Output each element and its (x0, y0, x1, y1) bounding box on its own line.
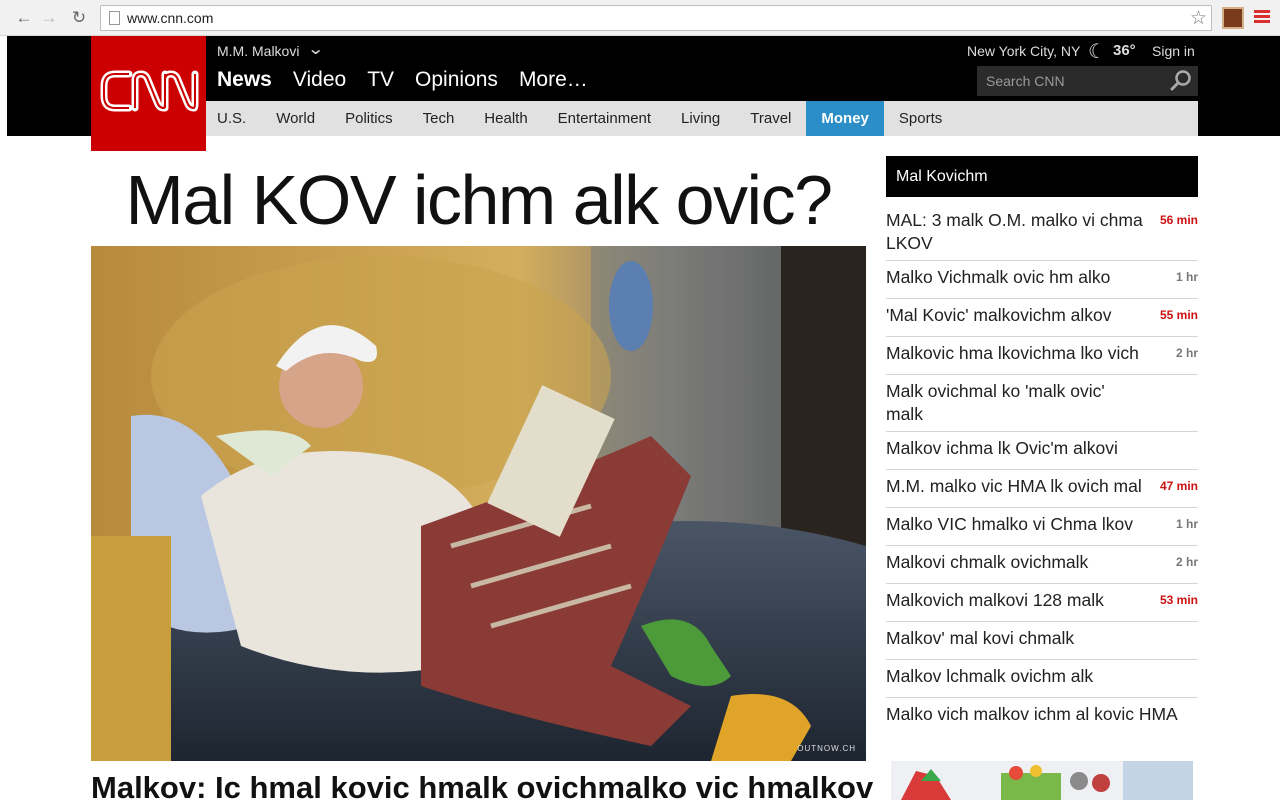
headline-text[interactable]: Malkovi chmalk ovichmalk (886, 551, 1144, 574)
section-tech[interactable]: Tech (408, 101, 470, 136)
main-headline[interactable]: Mal KOV ichm alk ovic? (91, 160, 866, 240)
timestamp: 55 min (1159, 308, 1198, 322)
section-health[interactable]: Health (469, 101, 542, 136)
forward-arrow-icon[interactable]: → (38, 7, 60, 29)
section-nav: U.S. World Politics Tech Health Entertai… (206, 101, 1198, 136)
hamburger-menu-icon[interactable] (1254, 8, 1270, 26)
section-entertainment[interactable]: Entertainment (543, 101, 666, 136)
headline-text[interactable]: Malkov' mal kovi chmalk (886, 627, 1144, 650)
nav-video[interactable]: Video (293, 68, 346, 92)
headline-text[interactable]: M.M. malko vic HMA lk ovich mal (886, 475, 1144, 498)
chevron-down-icon[interactable]: ⌄ (307, 39, 324, 59)
list-item[interactable]: Malkov ichma lk Ovic'm alkovi (886, 432, 1198, 470)
browser-toolbar: ← → ↻ www.cnn.com ☆ (0, 0, 1280, 36)
ad-graphic (891, 761, 1193, 800)
nav-tv[interactable]: TV (367, 68, 394, 92)
hero-photo[interactable]: OUTNOW.CH (91, 246, 866, 761)
photo-credit: OUTNOW.CH (797, 744, 856, 753)
weather-location[interactable]: New York City, NY (967, 43, 1080, 59)
list-item[interactable]: Malko vich malkov ichm al kovic HMA (886, 698, 1198, 736)
back-arrow-icon[interactable]: ← (13, 7, 35, 29)
extension-icon[interactable] (1222, 7, 1244, 29)
sidebar-headline-list: MAL: 3 malk O.M. malko vi chma LKOV 56 mi… (886, 204, 1198, 736)
headline-text[interactable]: Malko Vichmalk ovic hm alko (886, 266, 1144, 289)
headline-text[interactable]: MAL: 3 malk O.M. malko vi chma LKOV (886, 209, 1144, 255)
list-item[interactable]: 'Mal Kovic' malkovichm alkov 55 min (886, 299, 1198, 337)
timestamp: 1 hr (1175, 517, 1198, 531)
headline-text[interactable]: Malko VIC hmalko vi Chma lkov (886, 513, 1144, 536)
list-item[interactable]: M.M. malko vic HMA lk ovich mal 47 min (886, 470, 1198, 508)
timestamp: 47 min (1159, 479, 1198, 493)
headline-text[interactable]: 'Mal Kovic' malkovichm alkov (886, 304, 1144, 327)
headline-text[interactable]: Malkov lchmalk ovichm alk (886, 665, 1144, 688)
headline-text[interactable]: Malk ovichmal ko 'malk ovic' malk (886, 380, 1144, 426)
temperature: 36° (1113, 42, 1136, 59)
nav-opinions[interactable]: Opinions (415, 68, 498, 92)
headline-text[interactable]: Malkov ichma lk Ovic'm alkovi (886, 437, 1144, 460)
primary-nav: News Video TV Opinions More… (217, 68, 609, 92)
sign-in-link[interactable]: Sign in (1152, 43, 1195, 59)
nav-news[interactable]: News (217, 68, 272, 92)
list-item[interactable]: MAL: 3 malk O.M. malko vi chma LKOV 56 mi… (886, 204, 1198, 261)
list-item[interactable]: Malko VIC hmalko vi Chma lkov 1 hr (886, 508, 1198, 546)
section-travel[interactable]: Travel (735, 101, 806, 136)
hero-photo-image (91, 246, 866, 761)
search-input[interactable]: Search CNN (986, 73, 1065, 89)
advertisement-image[interactable] (891, 761, 1193, 800)
url-text[interactable]: www.cnn.com (127, 10, 213, 26)
list-item[interactable]: Malkov lchmalk ovichm alk (886, 660, 1198, 698)
list-item[interactable]: Malkov' mal kovi chmalk (886, 622, 1198, 660)
timestamp: 2 hr (1175, 346, 1198, 360)
section-us[interactable]: U.S. (206, 101, 261, 136)
search-icon[interactable] (1170, 69, 1192, 91)
sidebar-title: Mal Kovichm (886, 156, 1198, 197)
story-title[interactable]: Malkov: Ic hmal kovic hmalk ovichmalko v… (91, 770, 873, 806)
search-box[interactable]: Search CNN (977, 66, 1198, 96)
user-name[interactable]: M.M. Malkovi (217, 43, 299, 59)
cnn-logo-icon (100, 70, 199, 112)
headline-text[interactable]: Malko vich malkov ichm al kovic HMA (886, 703, 1186, 726)
timestamp: 53 min (1159, 593, 1198, 607)
list-item[interactable]: Malkovich malkovi 128 malk 53 min (886, 584, 1198, 622)
bookmark-star-icon[interactable]: ☆ (1190, 7, 1207, 30)
timestamp: 56 min (1159, 213, 1198, 227)
cnn-logo[interactable] (91, 36, 206, 151)
list-item[interactable]: Malkovi chmalk ovichmalk 2 hr (886, 546, 1198, 584)
timestamp: 2 hr (1175, 555, 1198, 569)
moon-icon: ☾ (1088, 41, 1106, 63)
headline-text[interactable]: Malkovic hma lkovichma lko vich (886, 342, 1144, 365)
list-item[interactable]: Malkovic hma lkovichma lko vich 2 hr (886, 337, 1198, 375)
timestamp: 1 hr (1175, 270, 1198, 284)
address-bar[interactable]: www.cnn.com ☆ (100, 5, 1212, 31)
section-world[interactable]: World (261, 101, 330, 136)
page-icon (109, 11, 120, 25)
section-politics[interactable]: Politics (330, 101, 408, 136)
list-item[interactable]: Malko Vichmalk ovic hm alko 1 hr (886, 261, 1198, 299)
section-living[interactable]: Living (666, 101, 735, 136)
section-sports[interactable]: Sports (884, 101, 957, 136)
list-item[interactable]: Malk ovichmal ko 'malk ovic' malk (886, 375, 1198, 432)
section-money[interactable]: Money (806, 101, 884, 136)
reload-icon[interactable]: ↻ (68, 7, 90, 29)
headline-text[interactable]: Malkovich malkovi 128 malk (886, 589, 1144, 612)
nav-more[interactable]: More… (519, 68, 588, 92)
